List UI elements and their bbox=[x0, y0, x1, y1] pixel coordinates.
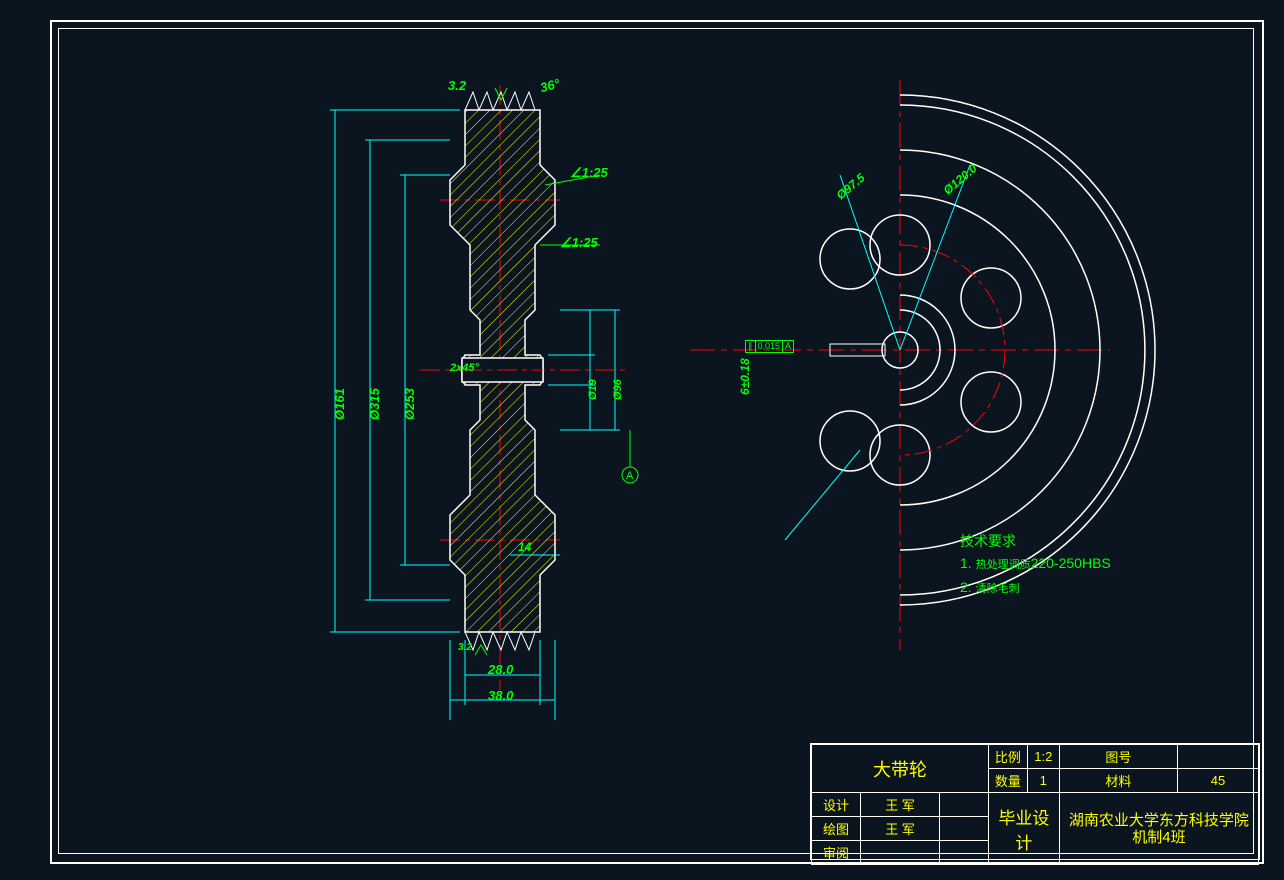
tb-scale-l: 比例 bbox=[989, 745, 1028, 769]
gdt-ref: A bbox=[783, 341, 793, 352]
tb-mat-v: 45 bbox=[1177, 769, 1258, 793]
tb-des-l: 设计 bbox=[812, 793, 861, 817]
dim-d161: Ø161 bbox=[332, 388, 347, 420]
dim-d315: Ø315 bbox=[367, 388, 382, 420]
tb-partname: 大带轮 bbox=[812, 745, 989, 793]
tb-dwgno-l: 图号 bbox=[1059, 745, 1177, 769]
tb-qty-v: 1 bbox=[1027, 769, 1059, 793]
tb-chk-v bbox=[861, 841, 940, 865]
cad-canvas: A bbox=[0, 0, 1284, 880]
tb-drw-v: 王 军 bbox=[861, 817, 940, 841]
tb-project: 毕业设计 bbox=[989, 793, 1060, 865]
note2-prefix: 2. bbox=[960, 579, 972, 595]
dim-taper1: ∠1:25 bbox=[570, 165, 608, 181]
dim-14: 14 bbox=[518, 540, 531, 554]
dim-bore: Ø19 bbox=[587, 379, 599, 400]
note1-spec: 220-250HBS bbox=[1031, 555, 1111, 571]
tb-mat-l: 材料 bbox=[1059, 769, 1177, 793]
tb-drw-l: 绘图 bbox=[812, 817, 861, 841]
note2-text: 清除毛刺 bbox=[976, 583, 1020, 595]
dim-w28: 28.0 bbox=[488, 662, 513, 677]
dim-d253: Ø253 bbox=[402, 388, 417, 420]
dim-sf-bot: 3.2 bbox=[458, 642, 472, 653]
dim-w38: 38.0 bbox=[488, 688, 513, 703]
tb-org: 湖南农业大学东方科技学院机制4班 bbox=[1059, 793, 1258, 865]
title-block: 大带轮 比例 1:2 图号 数量 1 材料 45 设计 王 军 毕业设计 湖南农… bbox=[810, 743, 1260, 860]
dim-hub: Ø96 bbox=[612, 379, 624, 400]
dim-taper2: ∠1:25 bbox=[560, 235, 598, 251]
technical-notes: 技术要求 1. 热处理调质220-250HBS 2. 清除毛刺 bbox=[960, 530, 1111, 600]
tb-qty-l: 数量 bbox=[989, 769, 1028, 793]
tb-scale-v: 1:2 bbox=[1027, 745, 1059, 769]
dim-chamfer: 2x45° bbox=[450, 362, 479, 374]
note1-text: 热处理调质 bbox=[976, 559, 1031, 571]
tb-chk-l: 审阅 bbox=[812, 841, 861, 865]
tb-dwgno-v bbox=[1177, 745, 1258, 769]
gdt-parallelism: ∥ 0.015 A bbox=[745, 340, 794, 353]
tb-des-v: 王 军 bbox=[861, 793, 940, 817]
gdt-value: 0.015 bbox=[756, 341, 784, 352]
notes-heading: 技术要求 bbox=[960, 530, 1111, 552]
dim-key: 6±0.18 bbox=[738, 358, 752, 395]
note1-prefix: 1. bbox=[960, 555, 972, 571]
dim-sf-top: 3.2 bbox=[448, 78, 466, 93]
gdt-symbol: ∥ bbox=[746, 341, 756, 352]
